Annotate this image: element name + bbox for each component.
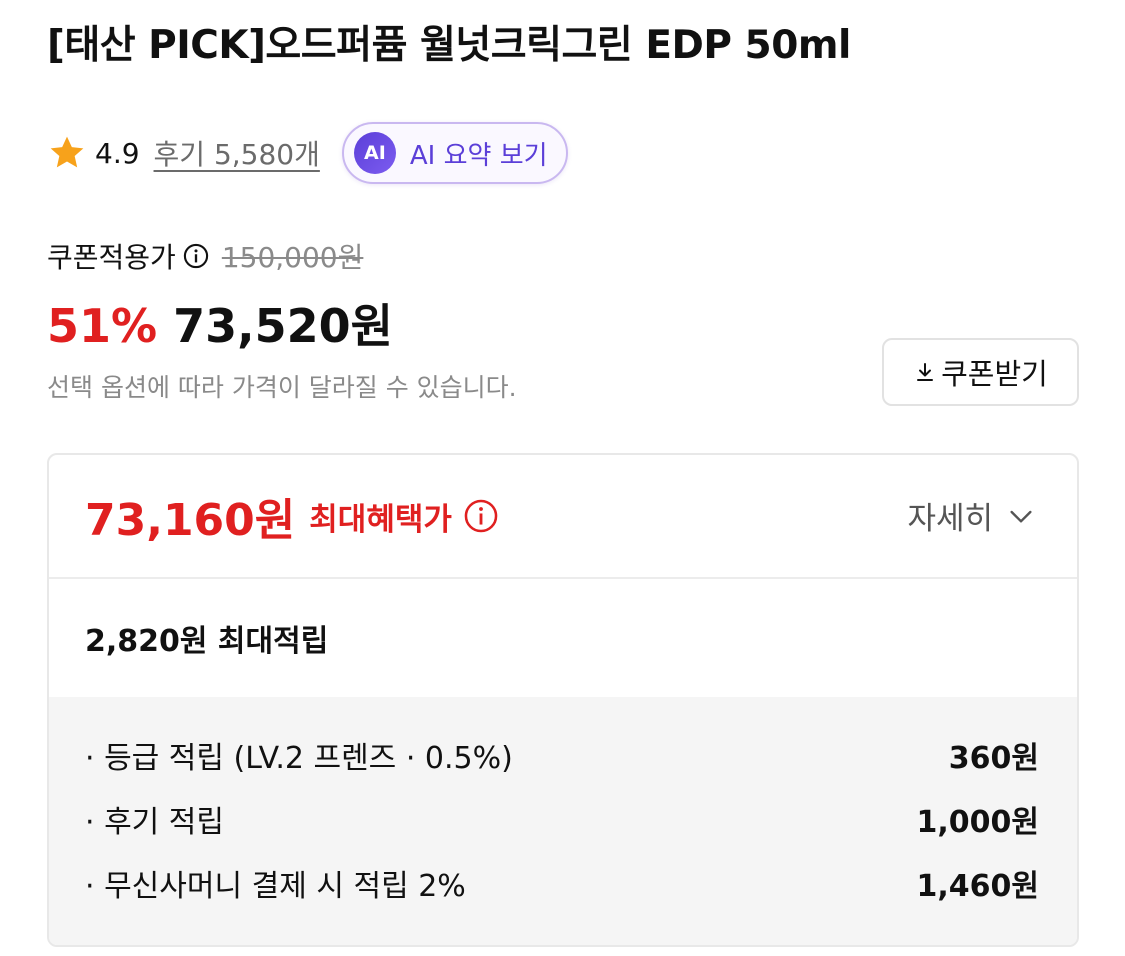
get-coupon-label: 쿠폰받기 (941, 357, 1048, 391)
discount-rate: 51% (47, 299, 158, 353)
point-label: · 등급 적립 (LV.2 프렌즈 · 0.5%) (85, 741, 513, 776)
point-amount: 1,460원 (916, 869, 1040, 904)
max-benefit-label: 최대혜택가 (309, 501, 452, 538)
sale-price-row: 51% 73,520원 (47, 290, 393, 356)
point-amount: 360원 (948, 741, 1039, 776)
points-total: 2,820원 최대적립 (85, 624, 329, 659)
list-item: · 등급 적립 (LV.2 프렌즈 · 0.5%) 360원 (85, 723, 1039, 787)
get-coupon-button[interactable]: 쿠폰받기 (882, 338, 1079, 406)
chevron-down-icon (1010, 510, 1032, 523)
original-price: 150,000원 (221, 241, 364, 274)
info-icon[interactable] (182, 242, 210, 270)
info-icon[interactable] (462, 497, 500, 535)
rating-value: 4.9 (95, 136, 140, 170)
point-label: · 후기 적립 (85, 805, 225, 840)
ai-summary-button[interactable]: AI AI 요약 보기 (341, 122, 568, 184)
points-list: · 등급 적립 (LV.2 프렌즈 · 0.5%) 360원 · 후기 적립 1… (49, 697, 1077, 945)
ai-badge-icon: AI (353, 132, 396, 174)
coupon-price-label: 쿠폰적용가 (47, 241, 176, 274)
list-item: · 무신사머니 결제 시 적립 2% 1,460원 (85, 851, 1039, 915)
list-item: · 후기 적립 1,000원 (85, 787, 1039, 851)
detail-toggle[interactable]: 자세히 (907, 493, 1037, 538)
sale-price: 73,520원 (173, 299, 393, 353)
max-benefit-header: 73,160원 최대혜택가 자세히 (49, 455, 1077, 579)
point-label: · 무신사머니 결제 시 적립 2% (85, 869, 466, 904)
coupon-price-row: 쿠폰적용가 150,000원 (47, 236, 363, 276)
review-count-link[interactable]: 후기 5,580개 (154, 133, 320, 173)
ai-summary-label: AI 요약 보기 (409, 140, 548, 171)
point-amount: 1,000원 (916, 805, 1040, 840)
product-title: [태산 PICK]오드퍼퓸 월넛크릭그린 EDP 50ml (47, 23, 851, 68)
price-note: 선택 옵션에 따라 가격이 달라질 수 있습니다. (47, 373, 517, 402)
benefit-card: 73,160원 최대혜택가 자세히 2,820원 최대적립 · 등급 적립 (L… (47, 453, 1079, 947)
download-icon (917, 363, 934, 381)
max-benefit-price: 73,160원 (85, 495, 296, 546)
star-icon (50, 136, 84, 168)
detail-label: 자세히 (907, 501, 993, 537)
rating-row: 4.9 후기 5,580개 AI AI 요약 보기 (47, 122, 568, 184)
